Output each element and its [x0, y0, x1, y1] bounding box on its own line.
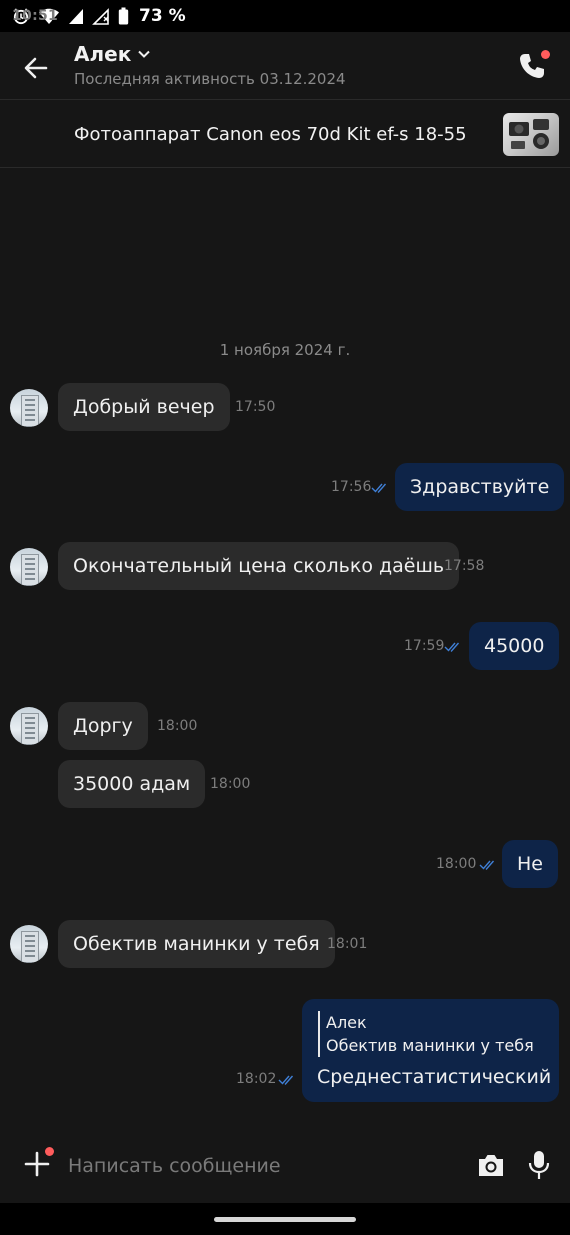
back-button[interactable] [22, 54, 50, 82]
status-time: 10:51 [12, 8, 59, 24]
avatar[interactable] [10, 925, 48, 963]
last-seen: Последняя активность 03.12.2024 [74, 70, 346, 88]
system-navigation-bar [0, 1203, 570, 1235]
message-time: 17:50 [235, 399, 276, 415]
message-time: 17:59 [404, 638, 445, 654]
incoming-message[interactable]: Добрый вечер [58, 383, 230, 431]
message-time: 17:56 [331, 479, 372, 495]
outgoing-message[interactable]: Не [502, 840, 558, 888]
chevron-down-icon [138, 50, 150, 58]
chat-header: Алек Последняя активность 03.12.2024 [0, 32, 570, 100]
attach-notification-dot [45, 1147, 54, 1156]
no-signal-icon [92, 8, 109, 25]
message-time: 18:00 [436, 856, 477, 872]
camera-button[interactable] [476, 1151, 506, 1179]
reply-text: Среднестатистический [317, 1066, 552, 1088]
outgoing-reply-message[interactable]: Алек Обектив манинки у тебя Среднестатис… [302, 999, 559, 1102]
double-check-icon [278, 1075, 294, 1086]
avatar[interactable] [10, 548, 48, 586]
incoming-message[interactable]: Доргу [58, 702, 148, 750]
status-bar: 10:51 73 % [0, 0, 570, 32]
quoted-message[interactable]: Алек Обектив манинки у тебя [318, 1011, 534, 1057]
camera-icon [479, 1155, 503, 1176]
signal-icon [69, 9, 83, 24]
attach-button[interactable] [22, 1147, 54, 1179]
call-notification-dot [541, 50, 550, 59]
double-check-icon [371, 483, 387, 494]
double-check-icon [479, 860, 495, 871]
avatar[interactable] [10, 707, 48, 745]
call-button[interactable] [516, 50, 550, 82]
avatar[interactable] [10, 389, 48, 427]
message-time: 17:58 [444, 558, 485, 574]
microphone-button[interactable] [526, 1149, 552, 1181]
message-time: 18:00 [210, 776, 251, 792]
message-time: 18:01 [327, 936, 368, 952]
contact-info[interactable]: Алек Последняя активность 03.12.2024 [74, 42, 346, 88]
battery-percent: 73 % [139, 6, 186, 26]
outgoing-message[interactable]: Здравствуйте [395, 463, 565, 511]
microphone-icon [528, 1151, 550, 1179]
listing-title: Фотоаппарат Canon eos 70d Kit ef-s 18-55 [74, 124, 467, 145]
incoming-message[interactable]: Обектив манинки у тебя [58, 920, 335, 968]
incoming-message[interactable]: Окончательный цена сколько даёшь [58, 542, 460, 590]
outgoing-message[interactable]: 45000 [469, 622, 560, 670]
date-separator: 1 ноября 2024 г. [219, 341, 351, 359]
listing-thumbnail [503, 113, 559, 156]
message-time: 18:00 [157, 718, 198, 734]
incoming-message[interactable]: 35000 адам [58, 760, 206, 808]
arrow-left-icon [24, 57, 48, 79]
battery-icon [118, 7, 129, 25]
contact-name: Алек [74, 42, 132, 66]
message-input[interactable] [66, 1149, 460, 1183]
message-time: 18:02 [236, 1071, 277, 1087]
message-composer [0, 1135, 570, 1195]
listing-banner[interactable]: Фотоаппарат Canon eos 70d Kit ef-s 18-55 [0, 101, 570, 168]
quoted-text: Обектив манинки у тебя [326, 1036, 534, 1055]
double-check-icon [444, 642, 460, 653]
home-gesture-handle[interactable] [214, 1217, 356, 1222]
quoted-author: Алек [326, 1013, 367, 1032]
